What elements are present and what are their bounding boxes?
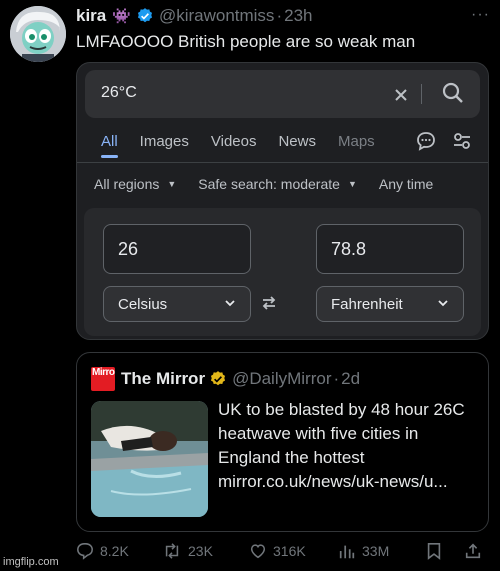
- action-bar: 8.2K 23K 316K 33M: [76, 542, 490, 564]
- views-count: 33M: [362, 543, 390, 559]
- imgflip-watermark: imgflip.com: [3, 556, 59, 568]
- quoted-author-name[interactable]: The Mirror: [121, 369, 205, 389]
- search-filters: All regions ▼ Safe search: moderate ▼ Any …: [94, 176, 488, 192]
- filter-time[interactable]: Any time: [379, 176, 433, 192]
- share-button[interactable]: [464, 542, 488, 560]
- to-value-field[interactable]: 78.8: [316, 224, 464, 274]
- avatar[interactable]: [10, 6, 66, 62]
- tweet-header: kira 👾 @kirawontmiss · 23h ···: [76, 6, 490, 26]
- quoted-author-handle[interactable]: @DailyMirror: [232, 369, 331, 389]
- caret-down-icon: ▼: [347, 179, 357, 189]
- avatar-image: [10, 6, 66, 62]
- tweet-time[interactable]: 23h: [284, 6, 312, 26]
- filter-safe-search[interactable]: Safe search: moderate ▼: [198, 176, 357, 192]
- repost-icon: [165, 543, 179, 559]
- settings-sliders-icon[interactable]: [452, 131, 472, 156]
- tab-news[interactable]: News: [278, 133, 316, 158]
- quoted-tweet-header: The Mirror @DailyMirror · 2d: [121, 369, 360, 389]
- reply-button[interactable]: 8.2K: [76, 542, 129, 560]
- chevron-down-icon: [437, 296, 449, 314]
- tab-maps[interactable]: Maps: [338, 133, 375, 158]
- tab-all[interactable]: All: [101, 133, 118, 158]
- filter-time-label: Any time: [378, 176, 434, 192]
- tweet: kira 👾 @kirawontmiss · 23h ··· LMFAOOOO …: [0, 0, 500, 571]
- mirror-logo-text: Mirror: [92, 367, 115, 378]
- mirror-logo: Mirror: [91, 367, 115, 391]
- analytics-icon: [339, 545, 355, 559]
- search-divider: [421, 84, 422, 104]
- reply-icon: [77, 543, 93, 560]
- from-value: 26: [118, 239, 139, 259]
- quoted-tweet[interactable]: Mirror The Mirror @DailyMirror · 2d: [76, 352, 489, 532]
- heart-icon: [250, 544, 266, 559]
- attached-screenshot[interactable]: 26°C All Images Videos News Maps All reg…: [76, 62, 489, 340]
- filter-regions-label: All regions: [94, 176, 160, 192]
- quoted-tweet-time[interactable]: 2d: [341, 369, 360, 389]
- to-unit-select[interactable]: Fahrenheit: [316, 286, 464, 322]
- tab-videos[interactable]: Videos: [211, 133, 257, 158]
- from-value-field[interactable]: 26: [103, 224, 251, 274]
- separator-dot: ·: [276, 6, 283, 25]
- search-icon[interactable]: [442, 82, 464, 109]
- chat-icon[interactable]: [416, 131, 436, 156]
- views-button[interactable]: 33M: [338, 542, 389, 560]
- chevron-down-icon: [224, 296, 236, 314]
- filter-safe-search-label: Safe search: moderate: [198, 176, 340, 192]
- repost-count: 23K: [188, 543, 213, 559]
- author-handle[interactable]: @kirawontmiss: [159, 6, 275, 26]
- bookmark-icon: [427, 542, 441, 560]
- tab-images[interactable]: Images: [140, 133, 189, 158]
- verified-badge-icon: [136, 7, 154, 25]
- from-unit: Celsius: [118, 296, 168, 313]
- quoted-tweet-text: UK to be blasted by 48 hour 26C heatwave…: [218, 400, 465, 491]
- tab-tools: [416, 131, 472, 156]
- reply-count: 8.2K: [100, 543, 129, 559]
- author-name[interactable]: kira: [76, 6, 106, 26]
- tabs-divider: [77, 162, 488, 163]
- to-value: 78.8: [331, 239, 367, 259]
- to-unit: Fahrenheit: [331, 296, 403, 313]
- like-count: 316K: [273, 543, 306, 559]
- tweet-text: LMFAOOOO British people are so weak man: [76, 32, 416, 51]
- separator-dot: ·: [333, 369, 340, 388]
- search-input[interactable]: 26°C: [101, 84, 137, 102]
- repost-button[interactable]: 23K: [162, 542, 213, 560]
- more-options-icon[interactable]: ···: [471, 6, 490, 24]
- search-bar[interactable]: 26°C: [85, 70, 480, 118]
- caret-down-icon: ▼: [167, 179, 177, 189]
- gold-verified-badge-icon: [209, 370, 227, 388]
- clear-search-icon[interactable]: [394, 82, 408, 108]
- like-button[interactable]: 316K: [249, 542, 306, 560]
- from-unit-select[interactable]: Celsius: [103, 286, 251, 322]
- swap-units-icon[interactable]: [260, 294, 278, 317]
- share-icon: [465, 543, 481, 559]
- bookmark-button[interactable]: [426, 542, 448, 560]
- unit-converter: 26 78.8 Celsius Fahrenheit: [84, 208, 481, 336]
- filter-regions[interactable]: All regions ▼: [94, 176, 176, 192]
- space-invader-emoji: 👾: [112, 8, 131, 25]
- article-thumbnail[interactable]: [91, 401, 208, 517]
